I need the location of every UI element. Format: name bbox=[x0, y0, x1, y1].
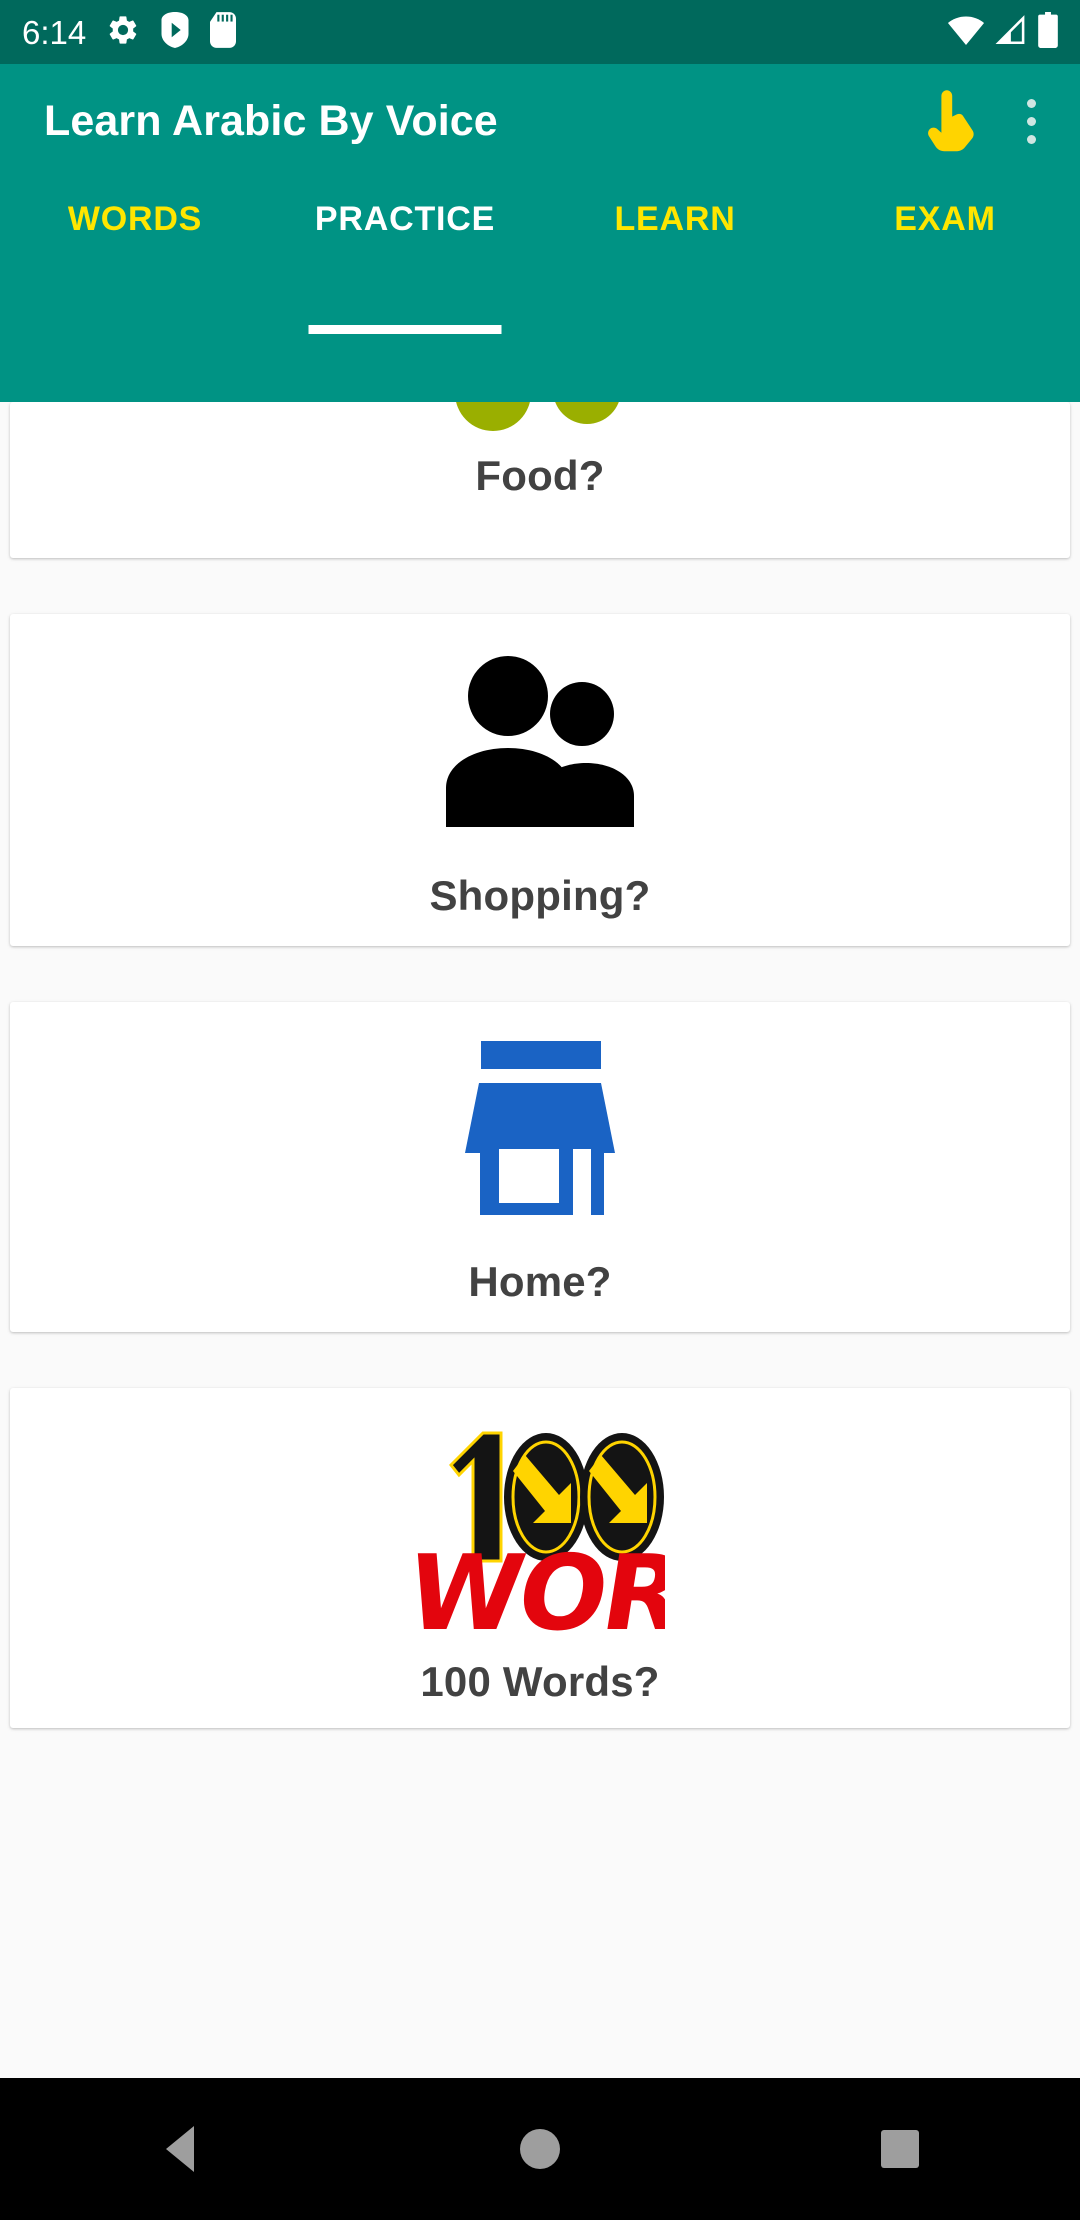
practice-card-label: 100 Words? bbox=[420, 1658, 660, 1705]
status-bar-left: 6:14 bbox=[22, 11, 237, 53]
card-spacer bbox=[0, 1332, 1080, 1388]
system-navigation-bar bbox=[0, 2078, 1080, 2220]
tab-learn[interactable]: LEARN bbox=[540, 178, 810, 402]
home-button[interactable] bbox=[460, 2078, 620, 2220]
battery-icon bbox=[1038, 11, 1058, 53]
two-green-circles-icon bbox=[415, 402, 665, 432]
overflow-dot bbox=[1026, 116, 1036, 126]
square-recents-icon bbox=[881, 2130, 919, 2168]
tab-bar: WORDS PRACTICE LEARN EXAM bbox=[0, 178, 1080, 402]
practice-card-food[interactable]: Food? bbox=[10, 402, 1070, 558]
tab-label: PRACTICE bbox=[314, 200, 496, 238]
practice-card-home[interactable]: Home? bbox=[10, 1002, 1070, 1332]
circle-home-icon bbox=[520, 2129, 560, 2169]
store-front-icon bbox=[447, 1036, 633, 1218]
tab-exam[interactable]: EXAM bbox=[810, 178, 1080, 402]
tab-label: LEARN bbox=[614, 200, 736, 238]
practice-card-label: Shopping? bbox=[429, 872, 651, 919]
touch-hand-icon[interactable] bbox=[922, 86, 982, 156]
card-spacer bbox=[0, 558, 1080, 614]
practice-card-label: Food? bbox=[475, 452, 605, 499]
status-bar-right bbox=[947, 11, 1058, 53]
tab-indicator bbox=[308, 325, 502, 334]
tab-label: WORDS bbox=[67, 200, 203, 238]
overflow-dot bbox=[1026, 134, 1036, 144]
card-spacer bbox=[0, 946, 1080, 1002]
tab-label: EXAM bbox=[894, 200, 996, 238]
tab-words[interactable]: WORDS bbox=[0, 178, 270, 402]
sd-card-icon bbox=[210, 11, 237, 53]
status-bar-clock: 6:14 bbox=[22, 13, 87, 51]
two-people-icon bbox=[440, 650, 640, 830]
wifi-icon bbox=[947, 14, 985, 51]
svg-text:WORD: WORD bbox=[415, 1533, 665, 1639]
tab-practice[interactable]: PRACTICE bbox=[270, 178, 540, 402]
app-title: Learn Arabic By Voice bbox=[44, 96, 498, 145]
practice-card-list[interactable]: Food? Shopping? Home? WORD 100 Words? bbox=[0, 402, 1080, 2078]
app-bar-actions bbox=[922, 84, 1046, 158]
hundred-word-logo-icon: WORD bbox=[415, 1412, 665, 1640]
practice-card-100-words[interactable]: WORD 100 Words? bbox=[10, 1388, 1070, 1728]
play-store-icon bbox=[160, 11, 190, 53]
settings-gear-icon bbox=[106, 13, 140, 52]
app-bar: Learn Arabic By Voice bbox=[0, 64, 1080, 178]
overflow-dot bbox=[1026, 98, 1036, 108]
overflow-menu-icon[interactable] bbox=[1016, 84, 1046, 158]
practice-card-label: Home? bbox=[468, 1258, 612, 1305]
app-root: 6:14 Learn Arabic By Voice WORDS PRACTIC… bbox=[0, 0, 1080, 2220]
triangle-back-icon bbox=[166, 2126, 194, 2172]
recents-button[interactable] bbox=[820, 2078, 980, 2220]
status-bar: 6:14 bbox=[0, 0, 1080, 64]
practice-card-shopping[interactable]: Shopping? bbox=[10, 614, 1070, 946]
cellular-signal-icon bbox=[994, 14, 1029, 51]
back-button[interactable] bbox=[100, 2078, 260, 2220]
